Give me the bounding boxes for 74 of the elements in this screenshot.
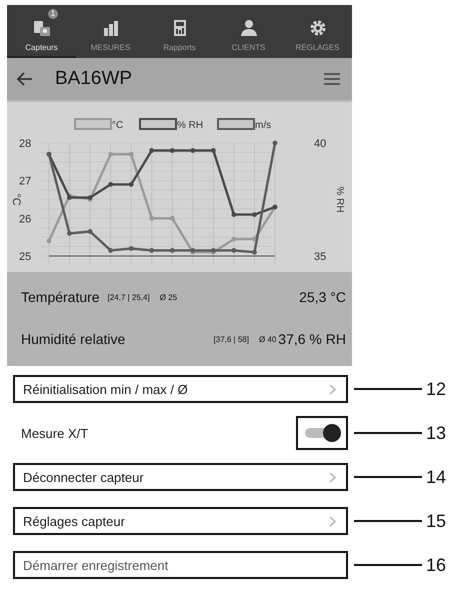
data-point <box>170 148 175 153</box>
menu-item[interactable]: Déconnecter capteur <box>13 463 348 491</box>
data-point <box>88 229 92 234</box>
data-point <box>149 148 154 153</box>
menu-icon[interactable] <box>324 73 340 85</box>
data-point <box>108 182 113 187</box>
reading-label: Humidité relative <box>21 331 126 347</box>
data-point <box>211 148 216 153</box>
gear-icon <box>308 19 326 37</box>
axis-tick-label: 28 <box>19 138 32 150</box>
leader-line <box>354 520 422 522</box>
data-point <box>128 152 134 157</box>
action-button[interactable]: Démarrer enregistrement <box>13 551 348 579</box>
nav-tab[interactable]: MESURES <box>76 5 145 58</box>
bar-chart-icon <box>102 19 120 37</box>
chevron-icon <box>329 384 336 394</box>
data-point <box>108 248 113 253</box>
data-point <box>272 140 278 146</box>
chevron-icon <box>329 516 336 526</box>
axis-tick-label: 27 <box>19 176 32 188</box>
toggle-switch[interactable] <box>303 424 341 442</box>
axis-tick-label: 35 <box>314 251 326 263</box>
callout-number: 15 <box>426 510 446 532</box>
callout-number: 13 <box>426 422 446 444</box>
data-point <box>149 216 154 221</box>
data-point <box>170 248 175 253</box>
data-point <box>108 152 113 157</box>
chevron-icon <box>329 472 336 482</box>
data-point <box>252 212 257 217</box>
back-arrow-icon[interactable] <box>17 72 33 86</box>
menu-item[interactable]: Réinitialisation min / max / Ø <box>13 375 348 403</box>
reading-label: Température <box>21 289 100 305</box>
data-point <box>232 236 236 242</box>
leader-line <box>354 388 422 390</box>
legend-label: °C <box>112 120 124 131</box>
leader-line <box>354 564 422 566</box>
axis-tick-label: 25 <box>19 251 32 263</box>
reading-range: [37,6 | 58] <box>214 334 249 344</box>
callout-number: 12 <box>426 378 446 400</box>
data-point <box>149 248 154 253</box>
axis-title: % RH <box>334 186 345 213</box>
notification-badge: 1 <box>48 9 58 19</box>
data-point <box>128 246 134 251</box>
devices-icon <box>32 19 50 37</box>
data-point <box>46 238 52 244</box>
menu-item[interactable]: Réglages capteur <box>13 507 348 535</box>
data-point <box>252 250 257 255</box>
axis-tick-label: 26 <box>19 213 32 226</box>
nav-tab[interactable]: Rapports <box>145 5 214 58</box>
legend-label: % RH <box>177 120 204 131</box>
callout-number: 14 <box>426 466 446 488</box>
data-point <box>232 212 236 217</box>
axis-tick-label: 40 <box>314 138 326 150</box>
nav-tab[interactable]: CLIENTS <box>214 5 283 58</box>
reading-average: Ø 25 <box>160 292 178 302</box>
data-point <box>232 248 236 253</box>
reading-range: [24,7 | 25,4] <box>108 292 150 302</box>
data-point <box>190 148 196 153</box>
data-point <box>128 182 134 187</box>
data-point <box>67 231 72 236</box>
legend-label: m/s <box>255 120 272 131</box>
leader-line <box>354 476 422 478</box>
axis-title: °C <box>10 193 22 206</box>
person-icon <box>240 19 258 37</box>
reading-average: Ø 40 <box>258 334 276 344</box>
callout-number: 16 <box>426 554 446 576</box>
reading-value: 25,3 °C <box>299 289 346 305</box>
data-point <box>170 216 175 221</box>
leader-line <box>354 432 422 434</box>
page-title: BA16WP <box>55 68 134 90</box>
reading-value: 37,6 % RH <box>278 331 346 347</box>
nav-tab[interactable]: RÉGLAGES <box>283 5 352 58</box>
data-point <box>252 236 257 242</box>
setting-label: Mesure X/T <box>21 426 88 440</box>
